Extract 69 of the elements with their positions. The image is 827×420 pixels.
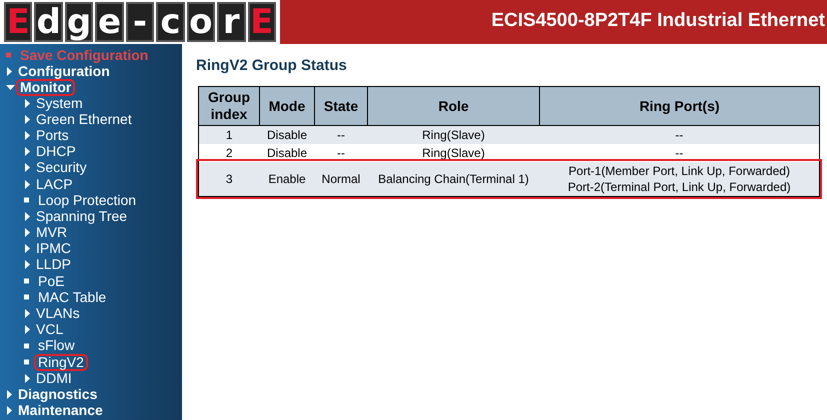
logo: E d g e - c o r E <box>0 0 280 44</box>
column-header: State <box>314 87 368 126</box>
table-cell: 2 <box>199 144 260 162</box>
column-header: Mode <box>260 87 314 126</box>
menu-item[interactable]: PoE <box>34 272 68 290</box>
caret-right-icon[interactable] <box>24 147 31 156</box>
menu-item[interactable]: LACP <box>32 176 77 193</box>
menu-item[interactable]: DHCP <box>32 143 80 160</box>
table-cell: Disable <box>260 144 314 162</box>
table-cell: -- <box>314 144 368 162</box>
table-cell-text: -- <box>674 145 684 161</box>
caret-right-icon[interactable] <box>6 390 13 399</box>
table-cell: Ring(Slave) <box>368 144 540 162</box>
menu-item[interactable]: RingV2 <box>34 354 88 371</box>
bullet-icon <box>24 294 30 300</box>
caret-right-icon[interactable] <box>6 66 13 76</box>
column-header: Ring Port(s) <box>540 87 819 126</box>
bullet-icon <box>24 197 30 204</box>
caret-right-icon[interactable] <box>24 180 31 189</box>
caret-right-icon[interactable] <box>24 114 31 124</box>
table-cell-text: -- <box>674 127 684 143</box>
menu-item[interactable]: DDMI <box>32 370 76 387</box>
menu-item[interactable]: Diagnostics <box>14 386 102 403</box>
menu-item[interactable]: LLDP <box>32 256 76 274</box>
table-cell: Ring(Slave) <box>368 126 540 144</box>
menu-item[interactable]: Green Ethernet <box>32 110 136 128</box>
table-cell-text: Port-2(Terminal Port, Link Up, Forwarded) <box>566 179 792 195</box>
table-cell: 1 <box>199 126 260 144</box>
menu-item[interactable]: Spanning Tree <box>32 208 132 225</box>
bullet-icon <box>6 52 12 58</box>
caret-right-icon[interactable] <box>24 244 31 254</box>
table-cell: Balancing Chain(Terminal 1) <box>368 162 540 196</box>
menu-item[interactable]: sFlow <box>34 337 79 354</box>
page-title: RingV2 Group Status <box>196 57 348 74</box>
table-cell: 3 <box>199 162 260 196</box>
menu-item[interactable]: MAC Table <box>34 288 110 306</box>
column-header: Role <box>368 87 540 126</box>
menu-item[interactable]: Ports <box>32 126 73 144</box>
table-cell: Disable <box>260 126 314 144</box>
table-cell: Enable <box>260 162 314 196</box>
menu-item[interactable]: VCL <box>32 321 68 338</box>
bullet-icon <box>24 342 30 349</box>
column-header: Group index <box>199 87 260 126</box>
menu-item[interactable]: Maintenance <box>14 402 107 419</box>
caret-right-icon[interactable] <box>24 163 31 172</box>
bullet-icon <box>24 359 30 366</box>
caret-right-icon[interactable] <box>24 309 31 318</box>
caret-right-icon[interactable] <box>24 374 31 383</box>
caret-right-icon[interactable] <box>24 130 31 140</box>
caret-right-icon[interactable] <box>24 98 31 108</box>
device-title: ECIS4500-8P2T4F Industrial Ethernet <box>490 9 826 33</box>
table-cell: Normal <box>314 162 368 196</box>
menu-item[interactable]: Monitor <box>16 78 76 96</box>
caret-right-icon[interactable] <box>24 260 31 270</box>
caret-right-icon[interactable] <box>24 325 31 334</box>
caret-down-icon[interactable] <box>6 82 15 92</box>
table-cell: -- <box>314 126 368 144</box>
caret-right-icon[interactable] <box>24 212 31 221</box>
menu-item[interactable]: System <box>32 94 87 112</box>
caret-right-icon[interactable] <box>6 406 13 415</box>
menu-item[interactable]: VLANs <box>32 305 84 322</box>
table-cell-text: Port-1(Member Port, Link Up, Forwarded) <box>568 163 791 179</box>
menu-item[interactable]: MVR <box>32 224 72 242</box>
bullet-icon <box>24 278 30 284</box>
menu-item[interactable]: Loop Protection <box>34 192 140 209</box>
menu-item[interactable]: IPMC <box>32 240 75 258</box>
menu-item[interactable]: Configuration <box>14 62 114 80</box>
menu-item[interactable]: Security <box>32 159 91 176</box>
caret-right-icon[interactable] <box>24 228 31 238</box>
